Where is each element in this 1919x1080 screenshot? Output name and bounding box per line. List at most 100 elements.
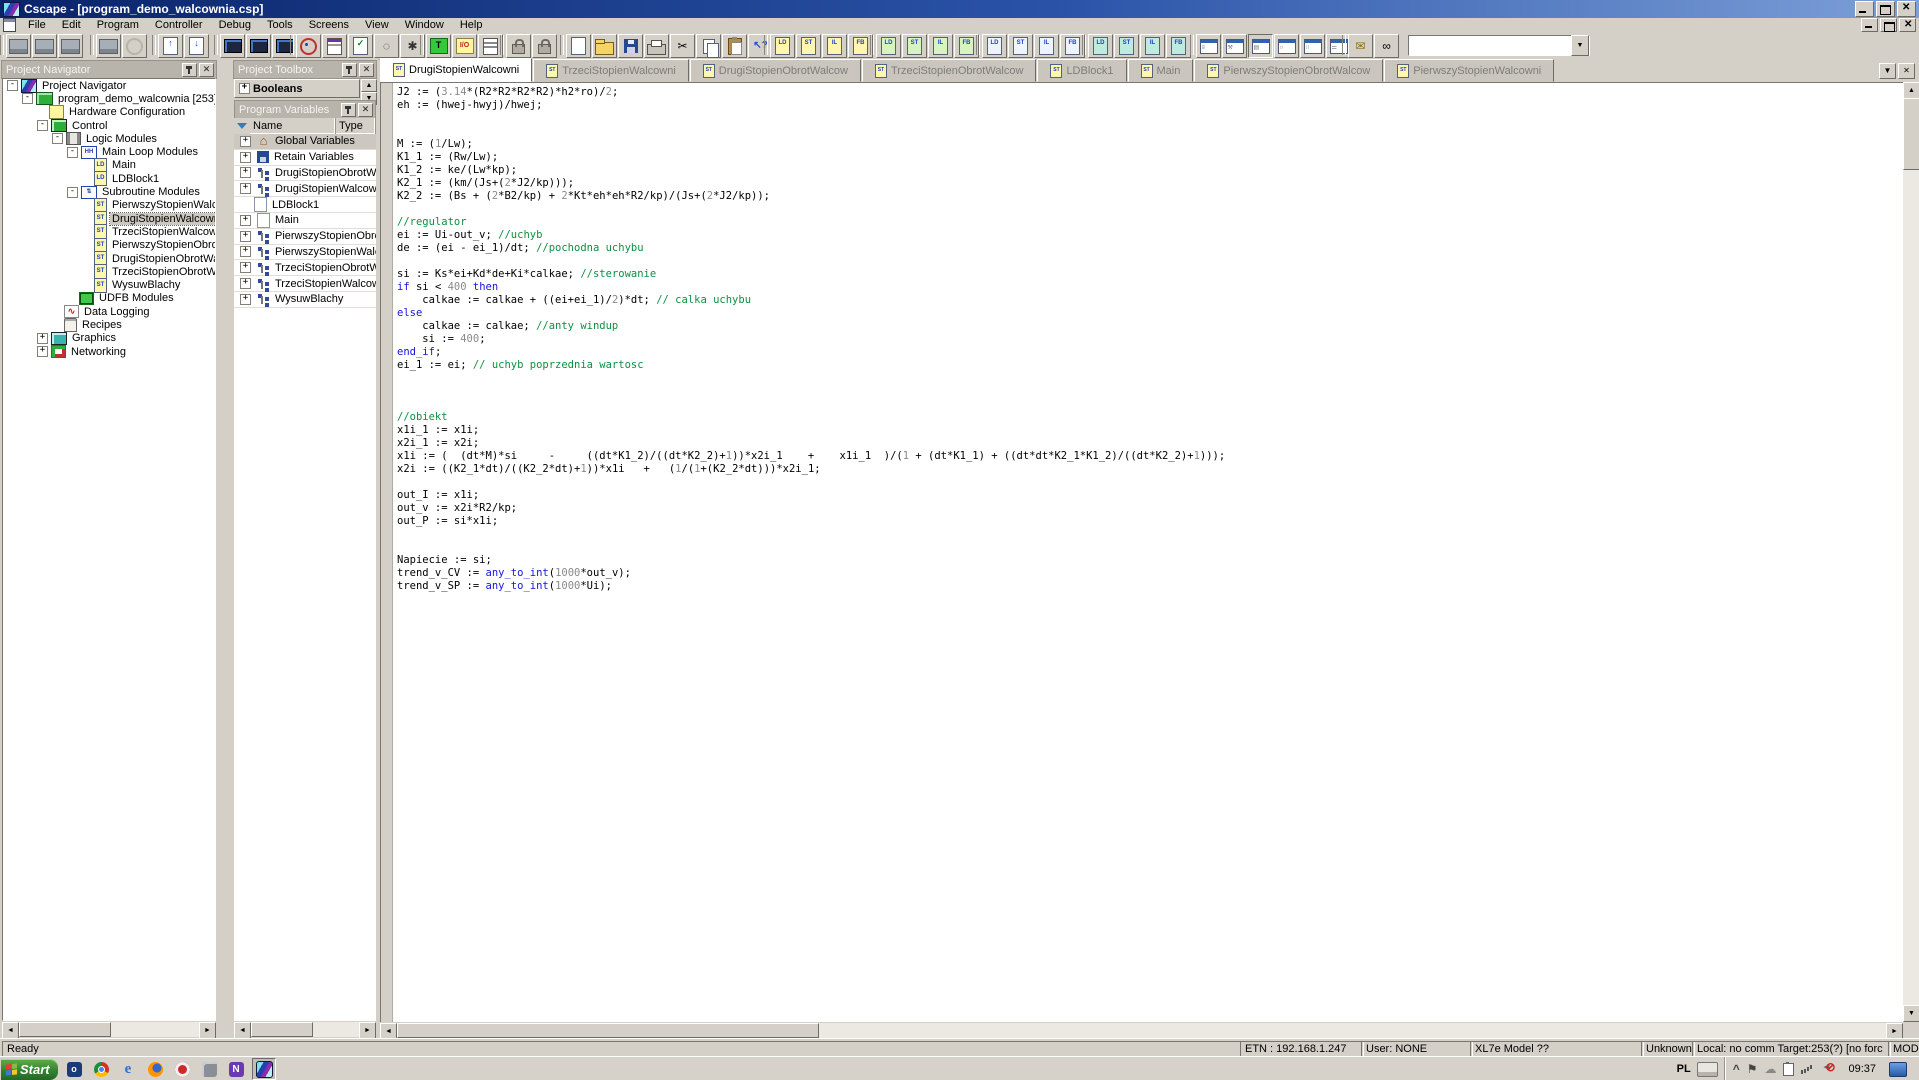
- copy-button[interactable]: [696, 34, 721, 58]
- menu-edit[interactable]: Edit: [54, 18, 89, 32]
- new-ld-block-button[interactable]: LD: [770, 34, 795, 58]
- screen-cut-button[interactable]: [58, 34, 83, 58]
- expand-icon[interactable]: +: [240, 278, 251, 289]
- flag-icon[interactable]: ⚑: [1747, 1059, 1758, 1079]
- expand-icon[interactable]: +: [240, 152, 251, 163]
- expand-icon[interactable]: +: [37, 346, 48, 357]
- view-watch-button[interactable]: ○: [1274, 34, 1299, 58]
- scroll-down-icon[interactable]: ▼: [1903, 1005, 1919, 1022]
- spin-up-icon[interactable]: ▲: [361, 79, 377, 92]
- save-file-button[interactable]: [618, 34, 643, 58]
- mdi-close-button[interactable]: [1899, 18, 1916, 32]
- import-st-block-button[interactable]: ST: [1008, 34, 1033, 58]
- tab-PierwszyStopienObrotWalcow[interactable]: STPierwszyStopienObrotWalcow: [1194, 59, 1383, 82]
- run-mode-button[interactable]: [220, 34, 245, 58]
- tab-TrzeciStopienWalcowni[interactable]: STTrzeciStopienWalcowni: [533, 59, 689, 82]
- menu-debug[interactable]: Debug: [211, 18, 259, 32]
- start-button[interactable]: Start: [1, 1059, 58, 1080]
- tree-item[interactable]: -HHMain Loop Modules: [3, 145, 215, 158]
- new-st-block-button[interactable]: ST: [796, 34, 821, 58]
- scroll-thumb[interactable]: [1903, 98, 1919, 170]
- menu-screens[interactable]: Screens: [301, 18, 357, 32]
- scroll-right-icon[interactable]: ►: [199, 1022, 216, 1039]
- tab-PierwszyStopienWalcowni[interactable]: STPierwszyStopienWalcowni: [1384, 59, 1554, 82]
- open-st-block-button[interactable]: ST: [902, 34, 927, 58]
- tree-item[interactable]: STDrugiStopienObrotWalcow: [3, 252, 215, 265]
- scroll-left-icon[interactable]: ◄: [234, 1022, 251, 1039]
- tree-item[interactable]: STPierwszyStopienObrotWal: [3, 239, 215, 252]
- print-button[interactable]: [644, 34, 669, 58]
- view-navigator-button[interactable]: ≡: [1196, 34, 1221, 58]
- tab-list-dropdown-icon[interactable]: ▼: [1879, 63, 1896, 79]
- variable-row[interactable]: +Retain Variables: [234, 150, 376, 166]
- chevron-down-icon[interactable]: ▼: [1571, 35, 1589, 56]
- close-icon[interactable]: ✕: [358, 103, 373, 117]
- tree-item[interactable]: Hardware Configuration: [3, 106, 215, 119]
- variable-row[interactable]: +DrugiStopienWalcowni: [234, 181, 376, 197]
- menu-file[interactable]: File: [20, 18, 54, 32]
- tab-LDBlock1[interactable]: STLDBlock1: [1037, 59, 1126, 82]
- data-watch-button[interactable]: [322, 34, 347, 58]
- export-st-block-button[interactable]: ST: [1114, 34, 1139, 58]
- variable-row[interactable]: +PierwszyStopienObrotV: [234, 229, 376, 245]
- tab-DrugiStopienObrotWalcow[interactable]: STDrugiStopienObrotWalcow: [690, 59, 861, 82]
- open-il-block-button[interactable]: IL: [928, 34, 953, 58]
- st-code-editor[interactable]: J2 := (3.14*(R2*R2*R2*R2)*h2*ro)/2;eh :=…: [380, 82, 1903, 1022]
- app-mail-button[interactable]: o: [63, 1059, 85, 1079]
- close-icon[interactable]: ✕: [199, 63, 214, 77]
- tab-close-icon[interactable]: ✕: [1898, 63, 1915, 79]
- view-data-button[interactable]: ∷: [1300, 34, 1325, 58]
- screen-properties-button[interactable]: [6, 34, 31, 58]
- open-ld-block-button[interactable]: LD: [876, 34, 901, 58]
- scroll-thumb[interactable]: [251, 1022, 313, 1037]
- expand-icon[interactable]: -: [67, 147, 78, 158]
- tree-item[interactable]: STTrzeciStopienObrotWalcow: [3, 265, 215, 278]
- expand-icon[interactable]: -: [22, 93, 33, 104]
- verify-program-button[interactable]: ✓: [348, 34, 373, 58]
- tree-item[interactable]: STTrzeciStopienWalcowni: [3, 225, 215, 238]
- expand-icon[interactable]: +: [240, 136, 251, 147]
- scroll-right-icon[interactable]: ►: [359, 1022, 376, 1039]
- stop-mode-button[interactable]: [246, 34, 271, 58]
- tree-item[interactable]: LDLDBlock1: [3, 172, 215, 185]
- tree-item[interactable]: LDMain: [3, 159, 215, 172]
- expand-icon[interactable]: +: [240, 167, 251, 178]
- menu-help[interactable]: Help: [452, 18, 491, 32]
- tab-TrzeciStopienObrotWalcow[interactable]: STTrzeciStopienObrotWalcow: [862, 59, 1036, 82]
- app-utility-button[interactable]: [198, 1059, 220, 1079]
- find-button[interactable]: ∞: [1374, 34, 1399, 58]
- booleans-section[interactable]: + Booleans: [234, 79, 360, 98]
- tree-item[interactable]: -Control: [3, 119, 215, 132]
- grid-config-button[interactable]: [32, 34, 57, 58]
- mdi-restore-button[interactable]: [1880, 18, 1897, 32]
- app-cscape-button[interactable]: [252, 1058, 276, 1080]
- tree-item[interactable]: UDFB Modules: [3, 292, 215, 305]
- scroll-left-icon[interactable]: ◄: [2, 1022, 19, 1039]
- app-onenote-button[interactable]: N: [225, 1059, 247, 1079]
- mdi-minimize-button[interactable]: [1861, 18, 1878, 32]
- tree-item[interactable]: +Graphics: [3, 332, 215, 345]
- expand-icon[interactable]: +: [240, 262, 251, 273]
- variable-row[interactable]: +PierwszyStopienWalcov: [234, 245, 376, 261]
- export-il-block-button[interactable]: IL: [1140, 34, 1165, 58]
- menu-view[interactable]: View: [357, 18, 397, 32]
- pin-icon[interactable]: [182, 63, 197, 77]
- scroll-up-icon[interactable]: ▲: [1903, 82, 1919, 99]
- tree-item[interactable]: +Networking: [3, 345, 215, 358]
- status-monitor-button[interactable]: ◌: [374, 34, 399, 58]
- expand-icon[interactable]: +: [240, 231, 251, 242]
- cloud-icon[interactable]: ☁: [1764, 1059, 1776, 1079]
- tree-item[interactable]: STWysuwBlachy: [3, 278, 215, 291]
- expand-icon[interactable]: -: [67, 187, 78, 198]
- variable-row[interactable]: +WysuwBlachy: [234, 292, 376, 308]
- column-header-name[interactable]: Name: [250, 118, 336, 134]
- variable-row[interactable]: +TrzeciStopienWalcowni: [234, 276, 376, 292]
- import-il-block-button[interactable]: IL: [1034, 34, 1059, 58]
- menu-controller[interactable]: Controller: [147, 18, 211, 32]
- navigator-hscrollbar[interactable]: ◄ ►: [2, 1022, 216, 1037]
- block-upload-button[interactable]: ↑: [158, 34, 183, 58]
- tree-item[interactable]: STPierwszyStopienWalcowni: [3, 199, 215, 212]
- mdi-document-icon[interactable]: [3, 18, 16, 32]
- app-internet-explorer-button[interactable]: e: [117, 1059, 139, 1079]
- show-desktop-icon[interactable]: [1889, 1062, 1907, 1077]
